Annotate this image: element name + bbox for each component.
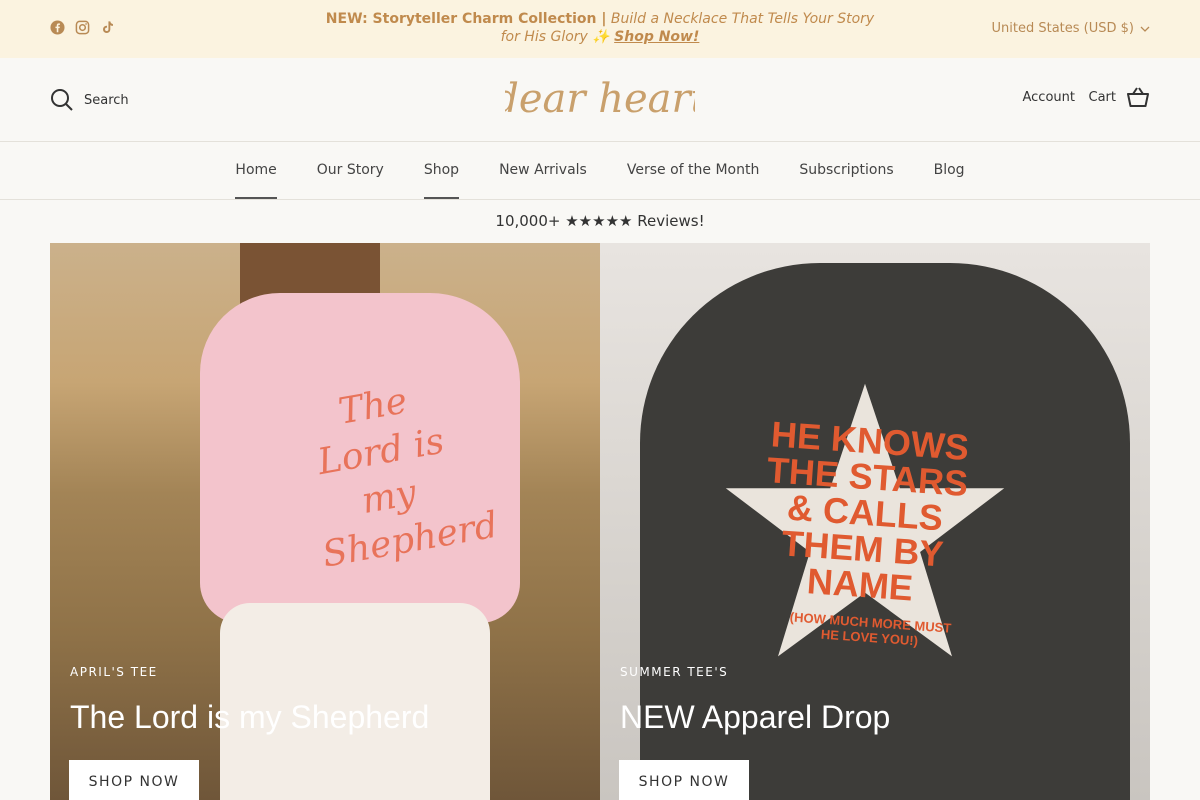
instagram-icon[interactable] bbox=[75, 20, 90, 35]
shirt-print-text: HE KNOWS THE STARS & CALLS THEM BY NAME bbox=[765, 413, 971, 609]
basket-icon bbox=[1127, 87, 1149, 107]
nav-verse-of-the-month[interactable]: Verse of the Month bbox=[627, 142, 759, 199]
hero-caption-left: APRIL'S TEE The Lord is my Shepherd SHOP… bbox=[69, 665, 430, 800]
nav-subscriptions[interactable]: Subscriptions bbox=[799, 142, 893, 199]
nav-new-arrivals[interactable]: New Arrivals bbox=[499, 142, 587, 199]
hero-eyebrow: APRIL'S TEE bbox=[70, 665, 158, 679]
nav-home[interactable]: Home bbox=[235, 142, 278, 199]
announcement-bar: NEW: Storyteller Charm Collection | Buil… bbox=[0, 0, 1200, 58]
announcement-text: NEW: Storyteller Charm Collection | Buil… bbox=[320, 10, 880, 46]
hero-panel-summer-tees[interactable]: HE KNOWS THE STARS & CALLS THEM BY NAME … bbox=[600, 243, 1150, 800]
hero-headline: NEW Apparel Drop bbox=[620, 699, 891, 735]
nav-our-story[interactable]: Our Story bbox=[317, 142, 384, 199]
main-nav: Home Our Story Shop New Arrivals Verse o… bbox=[0, 142, 1200, 200]
search-label: Search bbox=[84, 92, 129, 108]
currency-selector[interactable]: United States (USD $) bbox=[992, 21, 1151, 36]
logo-text: dear heart bbox=[505, 76, 695, 122]
cart-button[interactable]: Cart bbox=[1089, 86, 1151, 108]
shirt-print-text: The Lord is my Shepherd bbox=[314, 380, 501, 576]
hero-headline: The Lord is my Shepherd bbox=[70, 699, 430, 735]
shop-now-link[interactable]: Shop Now! bbox=[614, 29, 699, 45]
tiktok-icon[interactable] bbox=[100, 20, 115, 35]
reviews-banner: 10,000+ ★★★★★ Reviews! bbox=[495, 212, 705, 230]
social-links bbox=[50, 20, 115, 35]
cart-label: Cart bbox=[1088, 89, 1117, 105]
logo[interactable]: dear heart bbox=[493, 76, 707, 124]
hero-eyebrow: SUMMER TEE'S bbox=[620, 665, 729, 679]
hero-caption-right: SUMMER TEE'S NEW Apparel Drop SHOP NOW bbox=[619, 665, 891, 800]
search-icon bbox=[51, 89, 73, 111]
facebook-icon[interactable] bbox=[50, 20, 65, 35]
nav-shop[interactable]: Shop bbox=[423, 142, 460, 199]
nav-blog[interactable]: Blog bbox=[934, 142, 965, 199]
chevron-down-icon bbox=[1140, 26, 1150, 32]
site-header: Search dear heart Account Cart bbox=[0, 58, 1200, 142]
shop-now-button[interactable]: SHOP NOW bbox=[619, 760, 749, 800]
currency-label: United States (USD $) bbox=[991, 21, 1135, 36]
announcement-bold: NEW: Storyteller Charm Collection | bbox=[325, 11, 607, 27]
shop-now-button[interactable]: SHOP NOW bbox=[69, 760, 199, 800]
hero-panel-april-tee[interactable]: The Lord is my Shepherd APRIL'S TEE The … bbox=[50, 243, 600, 800]
account-link[interactable]: Account bbox=[1023, 90, 1076, 105]
search-button[interactable]: Search bbox=[50, 88, 129, 112]
hero-section: The Lord is my Shepherd APRIL'S TEE The … bbox=[50, 243, 1150, 800]
